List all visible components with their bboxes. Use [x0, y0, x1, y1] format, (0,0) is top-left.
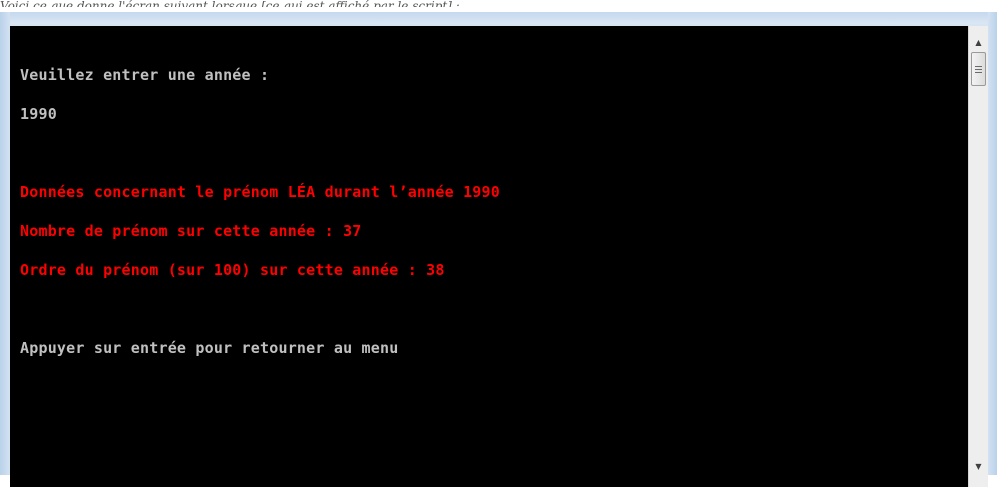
- window-frame-left: [0, 12, 10, 475]
- window-frame-right: [988, 12, 997, 475]
- console-line-prompt: Veuillez entrer une année :: [20, 66, 270, 84]
- console-line-result-title: Données concernant le prénom LÉA durant …: [20, 183, 500, 201]
- console-line-return-menu: Appuyer sur entrée pour retourner au men…: [20, 339, 399, 357]
- console-text: Veuillez entrer une année : 1990 Données…: [20, 43, 500, 381]
- scroll-thumb[interactable]: [971, 52, 986, 86]
- console-line-blank: [20, 303, 500, 316]
- console-line-result-count: Nombre de prénom sur cette année : 37: [20, 222, 362, 240]
- vertical-scrollbar[interactable]: ▲ ▼: [968, 26, 988, 487]
- console-window: Veuillez entrer une année : 1990 Données…: [0, 12, 997, 487]
- window-frame-top: [0, 12, 997, 24]
- scroll-grip-icon: [975, 65, 982, 73]
- console-line-input: 1990: [20, 105, 57, 123]
- console-output-area[interactable]: Veuillez entrer une année : 1990 Données…: [10, 26, 968, 487]
- scroll-up-arrow-icon[interactable]: ▲: [969, 34, 988, 51]
- console-line-result-rank: Ordre du prénom (sur 100) sur cette anné…: [20, 261, 445, 279]
- console-line-blank: [20, 147, 500, 160]
- scroll-down-arrow-icon[interactable]: ▼: [969, 458, 988, 475]
